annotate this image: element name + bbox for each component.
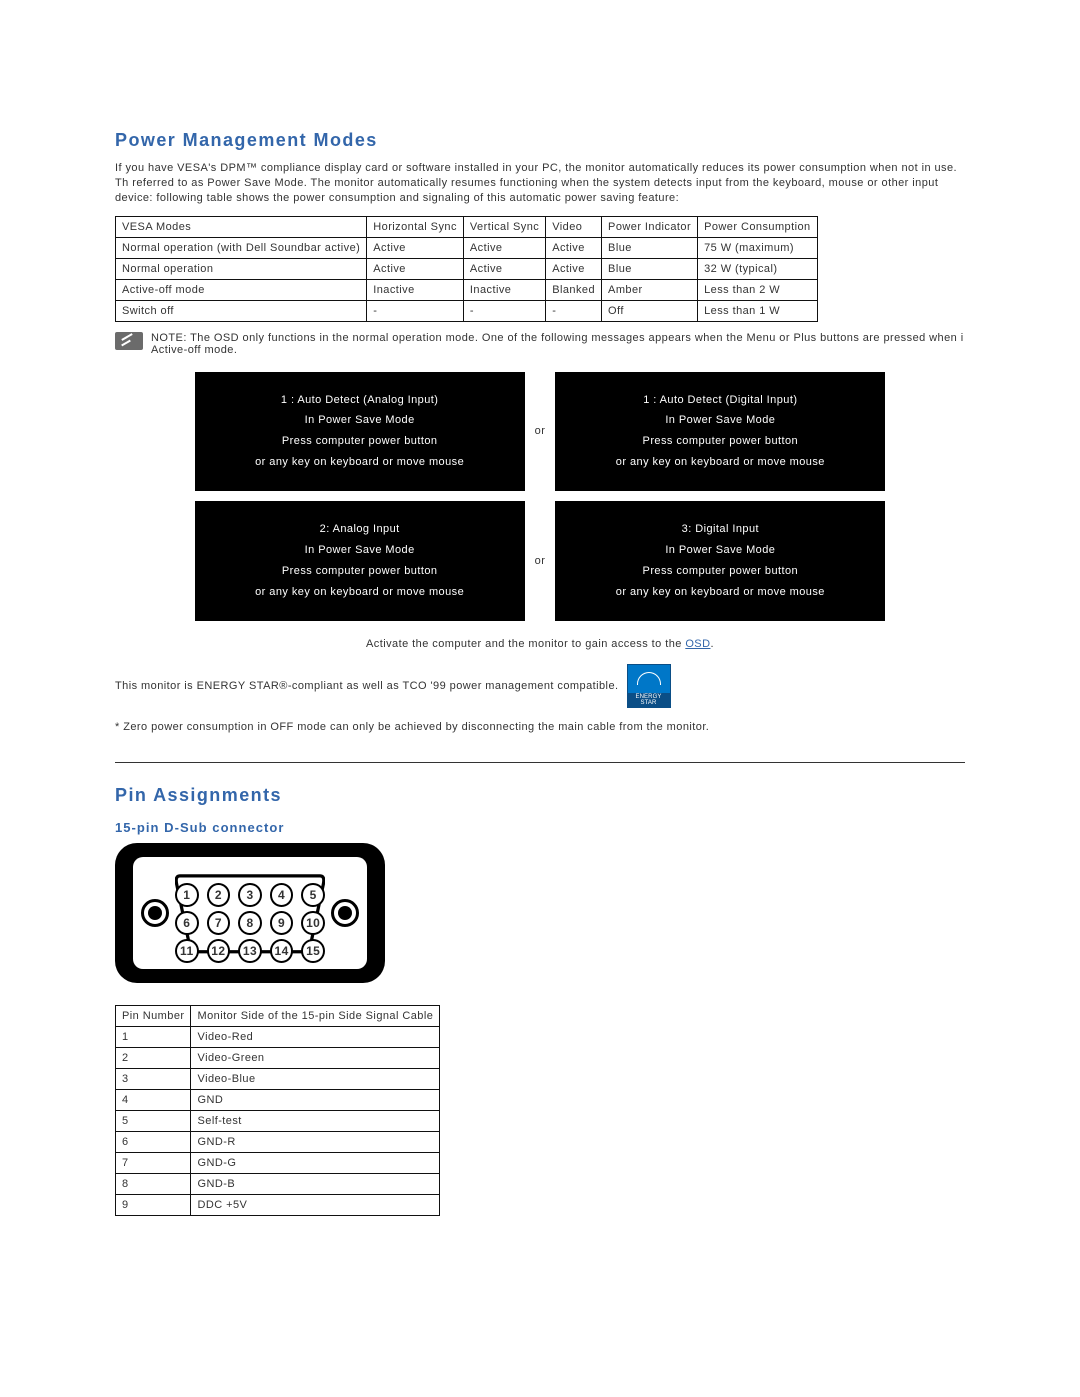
osd-message-box: 2: Analog Input In Power Save Mode Press… xyxy=(195,501,525,621)
table-header: Vertical Sync xyxy=(463,216,545,237)
table-row: Normal operationActiveActiveActiveBlue32… xyxy=(116,258,818,279)
table-row: 8GND-B xyxy=(116,1174,440,1195)
dsub-subheading: 15-pin D-Sub connector xyxy=(115,820,965,835)
table-row: 6GND-R xyxy=(116,1132,440,1153)
osd-message-table: 1 : Auto Detect (Analog Input) In Power … xyxy=(189,366,892,627)
screw-icon xyxy=(331,899,359,927)
energy-star-icon: ENERGY STAR xyxy=(627,664,671,708)
table-header: Pin Number xyxy=(116,1006,191,1027)
table-row: Active-off modeInactiveInactiveBlankedAm… xyxy=(116,279,818,300)
osd-line: In Power Save Mode xyxy=(565,410,875,431)
osd-line: or any key on keyboard or move mouse xyxy=(565,582,875,603)
table-header: Horizontal Sync xyxy=(367,216,464,237)
note-icon xyxy=(115,332,143,350)
pin-label: 10 xyxy=(301,911,325,935)
table-header: Video xyxy=(546,216,602,237)
note-text: NOTE: The OSD only functions in the norm… xyxy=(151,332,965,356)
pin-label: 1 xyxy=(175,883,199,907)
table-row: 7GND-G xyxy=(116,1153,440,1174)
table-row: 1Video-Red xyxy=(116,1027,440,1048)
table-row: Switch off---OffLess than 1 W xyxy=(116,300,818,321)
or-label: or xyxy=(531,497,550,625)
pin-label: 15 xyxy=(301,939,325,963)
zero-power-note: * Zero power consumption in OFF mode can… xyxy=(115,720,965,735)
osd-message-box: 3: Digital Input In Power Save Mode Pres… xyxy=(555,501,885,621)
pin-label: 3 xyxy=(238,883,262,907)
pin-label: 6 xyxy=(175,911,199,935)
intro-paragraph: If you have VESA's DPM™ compliance displ… xyxy=(115,161,965,206)
osd-line: or any key on keyboard or move mouse xyxy=(205,582,515,603)
pin-label: 13 xyxy=(238,939,262,963)
activate-text: Activate the computer and the monitor to… xyxy=(115,637,965,652)
osd-line: 1 : Auto Detect (Digital Input) xyxy=(565,390,875,411)
osd-message-box: 1 : Auto Detect (Digital Input) In Power… xyxy=(555,372,885,492)
table-row: 5Self-test xyxy=(116,1111,440,1132)
table-row: 9DDC +5V xyxy=(116,1195,440,1216)
osd-line: In Power Save Mode xyxy=(205,410,515,431)
table-row: Normal operation (with Dell Soundbar act… xyxy=(116,237,818,258)
energy-star-text: This monitor is ENERGY STAR®-compliant a… xyxy=(115,680,619,692)
pin-label: 11 xyxy=(175,939,199,963)
osd-line: Press computer power button xyxy=(205,431,515,452)
screw-icon xyxy=(141,899,169,927)
vesa-modes-table: VESA Modes Horizontal Sync Vertical Sync… xyxy=(115,216,818,322)
pin-label: 9 xyxy=(270,911,294,935)
table-header: Power Consumption xyxy=(698,216,818,237)
osd-message-box: 1 : Auto Detect (Analog Input) In Power … xyxy=(195,372,525,492)
pin-assignments-table: Pin Number Monitor Side of the 15-pin Si… xyxy=(115,1005,440,1216)
pin-assignments-heading: Pin Assignments xyxy=(115,785,965,806)
osd-line: 1 : Auto Detect (Analog Input) xyxy=(205,390,515,411)
osd-line: In Power Save Mode xyxy=(565,540,875,561)
pin-label: 14 xyxy=(270,939,294,963)
pin-label: 8 xyxy=(238,911,262,935)
or-label: or xyxy=(531,368,550,496)
pin-label: 4 xyxy=(270,883,294,907)
table-header: Power Indicator xyxy=(602,216,698,237)
table-row: 4GND xyxy=(116,1090,440,1111)
power-management-heading: Power Management Modes xyxy=(115,130,965,151)
osd-line: 2: Analog Input xyxy=(205,519,515,540)
osd-line: 3: Digital Input xyxy=(565,519,875,540)
table-header: VESA Modes xyxy=(116,216,367,237)
osd-line: or any key on keyboard or move mouse xyxy=(565,452,875,473)
table-row: 2Video-Green xyxy=(116,1048,440,1069)
pin-label: 2 xyxy=(207,883,231,907)
table-row: 3Video-Blue xyxy=(116,1069,440,1090)
pin-label: 7 xyxy=(207,911,231,935)
osd-line: Press computer power button xyxy=(565,431,875,452)
table-header: Monitor Side of the 15-pin Side Signal C… xyxy=(191,1006,440,1027)
osd-line: or any key on keyboard or move mouse xyxy=(205,452,515,473)
pin-label: 5 xyxy=(301,883,325,907)
section-divider xyxy=(115,762,965,763)
osd-line: Press computer power button xyxy=(205,561,515,582)
dsub-connector-diagram: 1 2 3 4 5 6 7 8 9 10 11 12 13 14 xyxy=(115,843,385,983)
osd-link[interactable]: OSD xyxy=(685,638,710,650)
pin-label: 12 xyxy=(207,939,231,963)
osd-line: Press computer power button xyxy=(565,561,875,582)
osd-line: In Power Save Mode xyxy=(205,540,515,561)
